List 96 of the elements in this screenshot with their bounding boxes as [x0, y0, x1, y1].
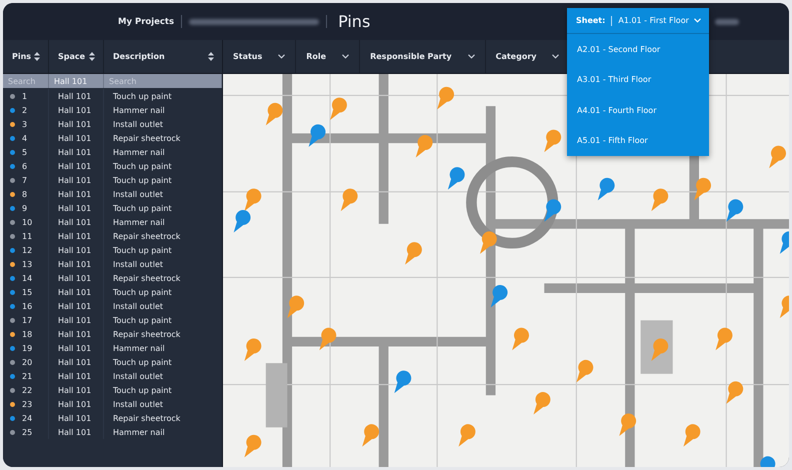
table-cell: Hammer nail	[113, 428, 165, 436]
table-cell: Hall 101	[58, 386, 92, 394]
page-title: Pins	[338, 12, 370, 31]
table-cell: Hall 101	[58, 218, 92, 226]
table-cell: 15	[22, 288, 32, 296]
table-cell: 7	[22, 176, 28, 184]
table-cell: Hammer nail	[113, 344, 165, 352]
table-cell: Hall 101	[58, 162, 92, 170]
table-cell: 9	[22, 204, 28, 212]
table-cell: Hall 101	[58, 344, 92, 352]
table-cell: Install outlet	[113, 372, 164, 380]
table-cell: 19	[22, 344, 32, 352]
table-cell: Hall 101	[58, 106, 92, 114]
table-cell: Hall 101	[58, 358, 92, 366]
table-cell: Touch up paint	[113, 92, 172, 100]
menu-item[interactable]: A5.01 - Fifth Floor	[567, 126, 709, 156]
table-cell: Hall 101	[58, 190, 92, 198]
table-cell: 24	[22, 414, 32, 422]
table-cell: Install outlet	[113, 302, 164, 310]
table-cell: 11	[22, 232, 32, 240]
chevron-down-icon	[552, 54, 560, 59]
filter-dropdown[interactable]: Responsible Party	[360, 40, 486, 73]
menu-item[interactable]: A2.01 - Second Floor	[567, 34, 709, 64]
table-cell: 25	[22, 428, 32, 436]
table-cell: Install outlet	[113, 400, 164, 408]
table-cell: Install outlet	[113, 190, 164, 198]
sheet-selector[interactable]: Sheet: A1.01 - First Floor	[567, 8, 709, 34]
table-cell: Hall 101	[58, 204, 92, 212]
table-cell: Hall 101	[58, 414, 92, 422]
breadcrumb-link[interactable]: My Projects	[118, 16, 174, 26]
table-cell: 21	[22, 372, 32, 380]
table-cell: 6	[22, 162, 28, 170]
table-cell: Hall 101	[58, 316, 92, 324]
table-cell: Repair sheetrock	[113, 330, 180, 338]
filter-dropdown[interactable]: Role	[296, 40, 360, 73]
search-field[interactable]: Search	[3, 74, 49, 88]
table-cell: 1	[22, 92, 28, 100]
table-cell: 17	[22, 316, 32, 324]
table-cell: Touch up paint	[113, 386, 172, 394]
table-cell: Repair sheetrock	[113, 134, 180, 142]
table-cell: 18	[22, 330, 32, 338]
table-cell: 12	[22, 246, 32, 254]
table-cell: 23	[22, 400, 32, 408]
table-cell: Touch up paint	[113, 176, 172, 184]
table-cell: Hall 101	[58, 302, 92, 310]
chevron-down-icon	[342, 54, 350, 59]
table-cell: Hall 101	[58, 176, 92, 184]
table-cell: Hall 101	[58, 134, 92, 142]
table-cell: Touch up paint	[113, 162, 172, 170]
table-cell: Repair sheetrock	[113, 414, 180, 422]
chevron-down-icon	[694, 18, 701, 23]
table-cell: 16	[22, 302, 32, 310]
chevron-down-icon	[468, 54, 475, 59]
table-cell: 14	[22, 274, 32, 282]
table-cell: Touch up paint	[113, 358, 172, 366]
table-cell: Hall 101	[58, 274, 92, 282]
table-cell: Hall 101	[58, 92, 92, 100]
table-cell: Hall 101	[58, 400, 92, 408]
table-cell: Repair sheetrock	[113, 232, 180, 240]
column-header[interactable]: Description	[104, 40, 222, 73]
table-cell: Hall 101	[58, 428, 92, 436]
table-cell: Hall 101	[58, 288, 92, 296]
table-cell: Touch up paint	[113, 204, 172, 212]
table-cell: 3	[22, 120, 28, 128]
menu-item[interactable]: A4.01 - Fourth Floor	[567, 95, 709, 126]
filter-dropdown[interactable]: Status	[223, 40, 296, 73]
table-cell: Hall 101	[58, 148, 92, 156]
table-cell: 13	[22, 260, 32, 268]
column-header[interactable]: Pins	[3, 40, 49, 73]
table-cell: Install outlet	[113, 120, 164, 128]
table-cell: 10	[22, 218, 32, 226]
search-field[interactable]: Search	[104, 74, 222, 88]
table-cell: Hammer nail	[113, 148, 165, 156]
redacted-text	[715, 19, 739, 25]
table-cell: 5	[22, 148, 28, 156]
table-cell: Hall 101	[58, 232, 92, 240]
table-cell: 20	[22, 358, 32, 366]
table-cell: 4	[22, 134, 28, 142]
table-cell: Hall 101	[58, 372, 92, 380]
table-cell: Repair sheetrock	[113, 274, 180, 282]
table-cell: Hall 101	[58, 246, 92, 254]
table-cell: Hall 101	[58, 120, 92, 128]
chevron-down-icon	[278, 54, 286, 59]
table-cell: Hammer nail	[113, 106, 165, 114]
menu-item[interactable]: A3.01 - Third Floor	[567, 64, 709, 95]
table-cell: 2	[22, 106, 28, 114]
table-cell: Hall 101	[58, 260, 92, 268]
table-cell: 8	[22, 190, 28, 198]
table-cell: 22	[22, 386, 32, 394]
table-cell: Touch up paint	[113, 316, 172, 324]
table-cell: Hammer nail	[113, 218, 165, 226]
table-cell: Touch up paint	[113, 246, 172, 254]
table-cell: Hall 101	[58, 330, 92, 338]
column-header[interactable]: Space	[49, 40, 104, 73]
table-cell: Touch up paint	[113, 288, 172, 296]
table-cell: Install outlet	[113, 260, 164, 268]
